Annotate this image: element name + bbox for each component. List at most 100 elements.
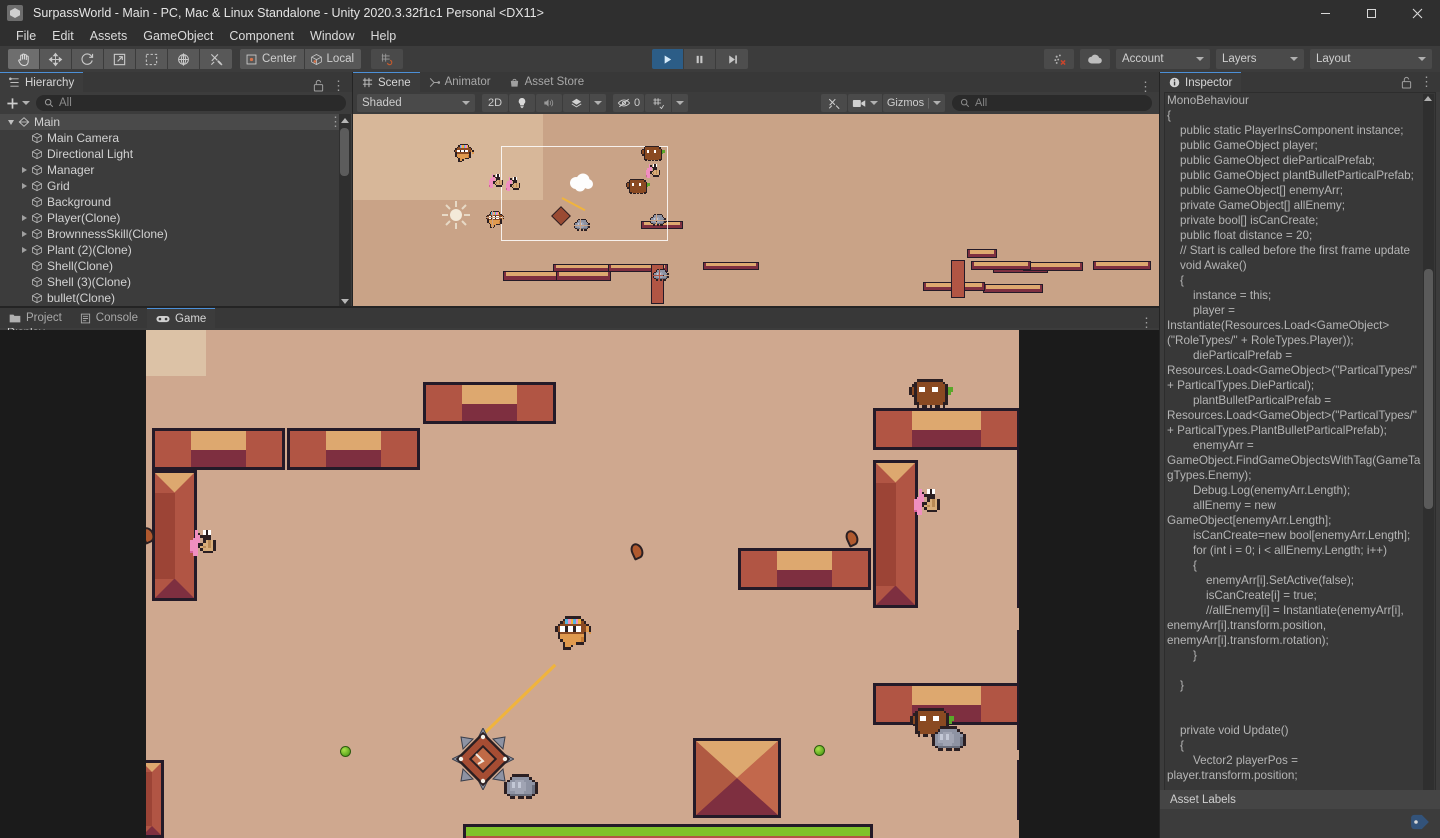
- tab-scene[interactable]: Scene: [353, 72, 420, 92]
- scene-audio-toggle[interactable]: [536, 94, 562, 112]
- layers-dropdown[interactable]: Layers: [1216, 49, 1304, 69]
- kebab-menu-icon[interactable]: ⋮: [332, 79, 345, 92]
- panel-divider-horizontal[interactable]: [0, 306, 1159, 308]
- scene-grid-visibility-icon[interactable]: [645, 94, 672, 112]
- rotate-tool-button[interactable]: [72, 49, 104, 69]
- pivot-group: Center Local: [240, 49, 362, 69]
- block-square-center: [693, 738, 781, 818]
- chevron-down-icon[interactable]: [8, 119, 14, 125]
- transform-tool-button[interactable]: [168, 49, 200, 69]
- account-dropdown[interactable]: Account: [1116, 49, 1210, 69]
- menu-component[interactable]: Component: [221, 27, 302, 45]
- kebab-menu-icon[interactable]: ⋮: [1140, 316, 1153, 329]
- hierarchy-item-grid[interactable]: Grid: [0, 178, 352, 194]
- create-gameobject-button[interactable]: [6, 97, 30, 110]
- kebab-menu-icon[interactable]: ⋮: [1139, 80, 1152, 93]
- move-tool-button[interactable]: [40, 49, 72, 69]
- hierarchy-item-background[interactable]: Background: [0, 194, 352, 210]
- hierarchy-search-input[interactable]: All: [36, 95, 346, 111]
- inspector-code-preview[interactable]: MonoBehaviour { public static PlayerInsC…: [1164, 92, 1436, 838]
- lock-open-icon[interactable]: [313, 79, 324, 92]
- chevron-right-icon[interactable]: [22, 247, 27, 253]
- hand-tool-button[interactable]: [8, 49, 40, 69]
- inspector-scroll-thumb[interactable]: [1424, 269, 1433, 509]
- hierarchy-tabstrip: Hierarchy ⋮: [0, 72, 352, 92]
- menu-help[interactable]: Help: [362, 27, 404, 45]
- handle-rotation-button[interactable]: Local: [304, 49, 362, 69]
- menu-window[interactable]: Window: [302, 27, 362, 45]
- scene-search-input[interactable]: All: [952, 95, 1152, 111]
- panel-divider-inspector[interactable]: [1159, 72, 1160, 838]
- pause-button[interactable]: [684, 49, 716, 69]
- scene-lighting-toggle[interactable]: [509, 94, 535, 112]
- menu-assets[interactable]: Assets: [82, 27, 136, 45]
- chevron-right-icon[interactable]: [22, 215, 27, 221]
- scene-fx-dropdown[interactable]: [590, 94, 606, 112]
- hierarchy-item-label: bullet(Clone): [47, 291, 116, 305]
- scene-camera-icon[interactable]: [847, 94, 882, 112]
- scene-viewport[interactable]: [353, 114, 1159, 308]
- hierarchy-item-brownnessskill-clone[interactable]: BrownnessSkill(Clone): [0, 226, 352, 242]
- chevron-right-icon[interactable]: [22, 167, 27, 173]
- chevron-right-icon[interactable]: [22, 231, 27, 237]
- hierarchy-item-label: Main Camera: [47, 131, 120, 145]
- tab-hierarchy[interactable]: Hierarchy: [0, 72, 84, 92]
- minimize-icon[interactable]: [1302, 0, 1348, 26]
- play-button[interactable]: [652, 49, 684, 69]
- scene-visibility-toggle[interactable]: 0: [613, 94, 645, 112]
- hierarchy-item-shell-3-clone[interactable]: Shell (3)(Clone): [0, 274, 352, 290]
- hierarchy-item-player-clone[interactable]: Player(Clone): [0, 210, 352, 226]
- close-icon[interactable]: [1394, 0, 1440, 26]
- hierarchy-item-shell-clone[interactable]: Shell(Clone): [0, 258, 352, 274]
- info-icon: [1169, 77, 1180, 88]
- inspector-scrollbar[interactable]: [1423, 94, 1434, 838]
- hierarchy-item-plant-2-clone[interactable]: Plant (2)(Clone): [0, 242, 352, 258]
- kebab-menu-icon[interactable]: ⋮: [1420, 75, 1433, 88]
- game-canvas[interactable]: [146, 330, 1019, 838]
- maximize-icon[interactable]: [1348, 0, 1394, 26]
- hierarchy-item-main-camera[interactable]: Main Camera: [0, 130, 352, 146]
- background-tile: [146, 330, 206, 376]
- scroll-up-arrow-icon[interactable]: [1424, 96, 1432, 101]
- tab-project[interactable]: Project: [0, 308, 71, 328]
- grid-snap-icon[interactable]: [371, 49, 404, 69]
- tab-asset-store[interactable]: Asset Store: [499, 72, 594, 92]
- scroll-up-arrow-icon[interactable]: [340, 115, 349, 126]
- search-icon: [44, 98, 54, 108]
- collab-error-icon[interactable]: [1044, 49, 1074, 69]
- effects-icon: [571, 98, 581, 108]
- scene-fx-toggle[interactable]: [563, 94, 589, 112]
- tab-console[interactable]: Console: [70, 308, 147, 328]
- menu-gameobject[interactable]: GameObject: [135, 27, 221, 45]
- gameobject-icon: [31, 244, 43, 256]
- tab-inspector[interactable]: Inspector: [1160, 72, 1242, 92]
- menu-file[interactable]: File: [8, 27, 44, 45]
- label-tag-icon[interactable]: [1410, 814, 1430, 830]
- hierarchy-item-directional-light[interactable]: Directional Light: [0, 146, 352, 162]
- hierarchy-item-main[interactable]: Main ⋮: [0, 114, 352, 130]
- cloud-icon[interactable]: [1080, 49, 1110, 69]
- wrench-screwdriver-icon[interactable]: [200, 49, 232, 69]
- menu-edit[interactable]: Edit: [44, 27, 82, 45]
- hierarchy-item-manager[interactable]: Manager: [0, 162, 352, 178]
- tab-game[interactable]: Game: [147, 308, 216, 328]
- pivot-mode-button[interactable]: Center: [240, 49, 305, 69]
- step-button[interactable]: [716, 49, 748, 69]
- hierarchy-item-bullet-clone[interactable]: bullet(Clone): [0, 290, 352, 306]
- scene-tools-icon[interactable]: [820, 94, 847, 112]
- shading-mode-dropdown[interactable]: Shaded: [357, 94, 475, 112]
- game-viewport[interactable]: [0, 330, 1160, 838]
- rect-transform-tool-button[interactable]: [136, 49, 168, 69]
- tab-animator[interactable]: Animator: [419, 72, 500, 92]
- lock-open-icon[interactable]: [1401, 76, 1412, 89]
- hierarchy-tree[interactable]: Main ⋮ Main Camera Directional Light Manager…: [0, 114, 352, 308]
- toggle-2d-button[interactable]: 2D: [482, 94, 508, 112]
- layout-dropdown[interactable]: Layout: [1310, 49, 1432, 69]
- scale-tool-button[interactable]: [104, 49, 136, 69]
- hierarchy-scrollbar[interactable]: [339, 114, 351, 308]
- chevron-right-icon[interactable]: [22, 183, 27, 189]
- panel-divider-vertical[interactable]: [352, 72, 353, 308]
- scene-gizmos-button[interactable]: Gizmos |: [882, 94, 945, 112]
- scene-grid-dropdown[interactable]: [672, 94, 689, 112]
- hierarchy-scroll-thumb[interactable]: [340, 128, 349, 176]
